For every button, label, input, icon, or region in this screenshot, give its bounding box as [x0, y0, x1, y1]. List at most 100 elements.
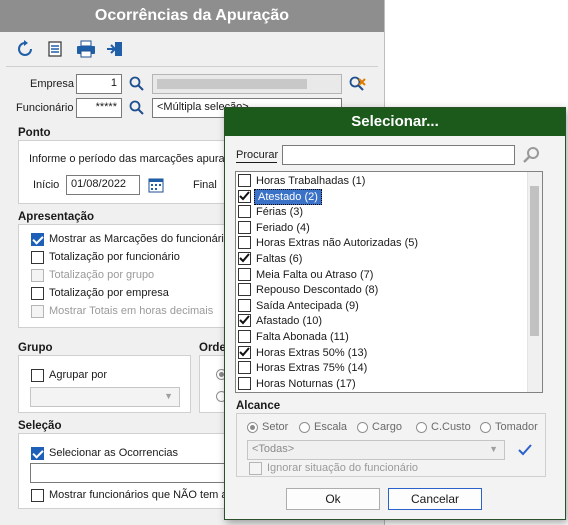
ordem-group: [199, 355, 227, 413]
agrupar-checkbox[interactable]: [31, 369, 44, 382]
list-item-checkbox[interactable]: [238, 189, 251, 203]
list-item-label: Saída Antecipada (9): [256, 299, 359, 312]
chevron-down-icon: ▼: [489, 444, 498, 454]
document-icon[interactable]: [46, 40, 66, 58]
inicio-label: Início: [33, 179, 60, 191]
list-item-label: Afastado (10): [256, 315, 323, 328]
listbox-scrollbar[interactable]: [527, 172, 542, 392]
list-item-label: Faltas (6): [256, 253, 303, 265]
apresentacao-checkbox[interactable]: [31, 269, 44, 282]
cancel-button[interactable]: Cancelar: [388, 488, 482, 510]
empresa-label: Empresa: [30, 78, 75, 90]
alcance-radio[interactable]: [416, 422, 427, 433]
alcance-radio-label: Escala: [314, 421, 348, 433]
list-item[interactable]: Faltas (6): [236, 251, 528, 267]
list-item[interactable]: Afastado (10): [236, 313, 528, 329]
list-item-label: Falta Abonada (11): [256, 331, 349, 343]
list-item-label: Atestado (2): [254, 188, 322, 205]
list-item-label: Horas Trabalhadas (1): [256, 175, 366, 187]
agrupar-select[interactable]: ▼: [30, 387, 180, 407]
list-item[interactable]: Credito Banco (20): [236, 391, 528, 393]
list-item[interactable]: Horas Extras não Autorizadas (5): [236, 235, 528, 251]
list-item-checkbox[interactable]: [238, 283, 251, 297]
list-item-checkbox[interactable]: [238, 174, 251, 187]
list-item-checkbox[interactable]: [238, 267, 251, 281]
list-item-checkbox[interactable]: [238, 330, 251, 343]
list-item[interactable]: Horas Trabalhadas (1): [236, 173, 528, 189]
apresentacao-option-label: Totalização por grupo: [49, 269, 155, 281]
list-item-checkbox[interactable]: [238, 205, 251, 219]
list-item[interactable]: Atestado (2): [236, 188, 528, 205]
apresentacao-checkbox[interactable]: [31, 305, 44, 318]
list-item[interactable]: Falta Abonada (11): [236, 329, 528, 345]
ok-button[interactable]: Ok: [286, 488, 380, 510]
list-item[interactable]: Horas Noturnas (17): [236, 376, 528, 392]
refresh-icon[interactable]: [16, 40, 36, 58]
apresentacao-checkbox[interactable]: [31, 287, 44, 300]
empresa-code-field[interactable]: 1: [76, 74, 122, 94]
list-item-checkbox[interactable]: [238, 298, 251, 312]
search-icon[interactable]: [129, 100, 145, 116]
list-item-checkbox[interactable]: [238, 345, 251, 359]
confirm-check-icon[interactable]: [517, 442, 533, 458]
list-item-checkbox[interactable]: [238, 252, 251, 265]
select-dialog: Selecionar... Procurar Horas Trabalhadas…: [224, 107, 566, 520]
scrollbar-thumb[interactable]: [530, 186, 539, 336]
alcance-radio-label: Cargo: [372, 421, 402, 433]
blurred-company-name: [157, 79, 307, 89]
list-item[interactable]: Férias (3): [236, 204, 528, 220]
list-item-checkbox[interactable]: [238, 361, 251, 375]
funcionario-label: Funcionário: [16, 102, 74, 114]
selecao-section-title: Seleção: [18, 420, 62, 432]
list-item-label: Feriado (4): [256, 221, 310, 234]
alcance-radio[interactable]: [480, 422, 491, 433]
list-item[interactable]: Repouso Descontado (8): [236, 282, 528, 298]
list-item[interactable]: Meia Falta ou Atraso (7): [236, 267, 528, 283]
printer-icon[interactable]: [76, 40, 96, 58]
search-input[interactable]: [282, 145, 515, 165]
apresentacao-section-title: Apresentação: [18, 211, 95, 223]
list-item-checkbox[interactable]: [238, 220, 251, 234]
search-label: Procurar: [236, 149, 279, 161]
funcionario-code-field[interactable]: *****: [76, 98, 122, 118]
ponto-instruction: Informe o período das marcações apurad: [29, 153, 231, 165]
alcance-radio[interactable]: [299, 422, 310, 433]
apresentacao-checkbox[interactable]: [31, 251, 44, 264]
search-icon[interactable]: [523, 146, 541, 164]
list-item-checkbox[interactable]: [238, 392, 251, 393]
alcance-radio[interactable]: [357, 422, 368, 433]
chevron-down-icon: ▼: [164, 391, 173, 401]
clear-filter-icon[interactable]: [349, 76, 366, 92]
alcance-section-title: Alcance: [236, 400, 281, 412]
selecionar-checkbox[interactable]: [31, 447, 44, 460]
apresentacao-option-label: Totalização por funcionário: [49, 251, 180, 263]
list-item-checkbox[interactable]: [238, 236, 251, 250]
apresentacao-checkbox[interactable]: [31, 233, 44, 246]
alcance-radio-label: C.Custo: [431, 421, 471, 433]
inicio-date-field[interactable]: 01/08/2022: [66, 175, 140, 195]
ignorar-checkbox[interactable]: [249, 462, 262, 475]
search-icon[interactable]: [129, 76, 145, 92]
list-item[interactable]: Horas Extras 50% (13): [236, 345, 528, 361]
list-item-label: Horas Extras 50% (13): [256, 346, 368, 359]
alcance-select[interactable]: <Todas> ▼: [247, 440, 505, 460]
ponto-section-title: Ponto: [18, 127, 51, 139]
occurrences-listbox[interactable]: Horas Trabalhadas (1) Atestado (2) Férias …: [235, 171, 543, 393]
list-item-label: Meia Falta ou Atraso (7): [256, 268, 374, 281]
apresentacao-option-label: Mostrar Totais em horas decimais: [49, 305, 214, 317]
list-item-label: Férias (3): [256, 206, 304, 219]
list-item[interactable]: Horas Extras 75% (14): [236, 360, 528, 376]
ordem-section-title: Orde: [199, 342, 226, 354]
list-item-checkbox[interactable]: [238, 376, 251, 390]
list-item-label: Horas Noturnas (17): [256, 377, 356, 390]
mostrar-checkbox[interactable]: [31, 489, 44, 502]
agrupar-label: Agrupar por: [49, 369, 108, 381]
list-item-checkbox[interactable]: [238, 314, 251, 328]
exit-icon[interactable]: [106, 40, 126, 58]
list-item-label: Repouso Descontado (8): [256, 284, 379, 297]
list-item[interactable]: Feriado (4): [236, 220, 528, 236]
alcance-radio[interactable]: [247, 422, 258, 433]
calendar-icon[interactable]: [148, 177, 164, 193]
alcance-radio-label: Tomador: [495, 421, 538, 433]
list-item[interactable]: Saída Antecipada (9): [236, 298, 528, 314]
